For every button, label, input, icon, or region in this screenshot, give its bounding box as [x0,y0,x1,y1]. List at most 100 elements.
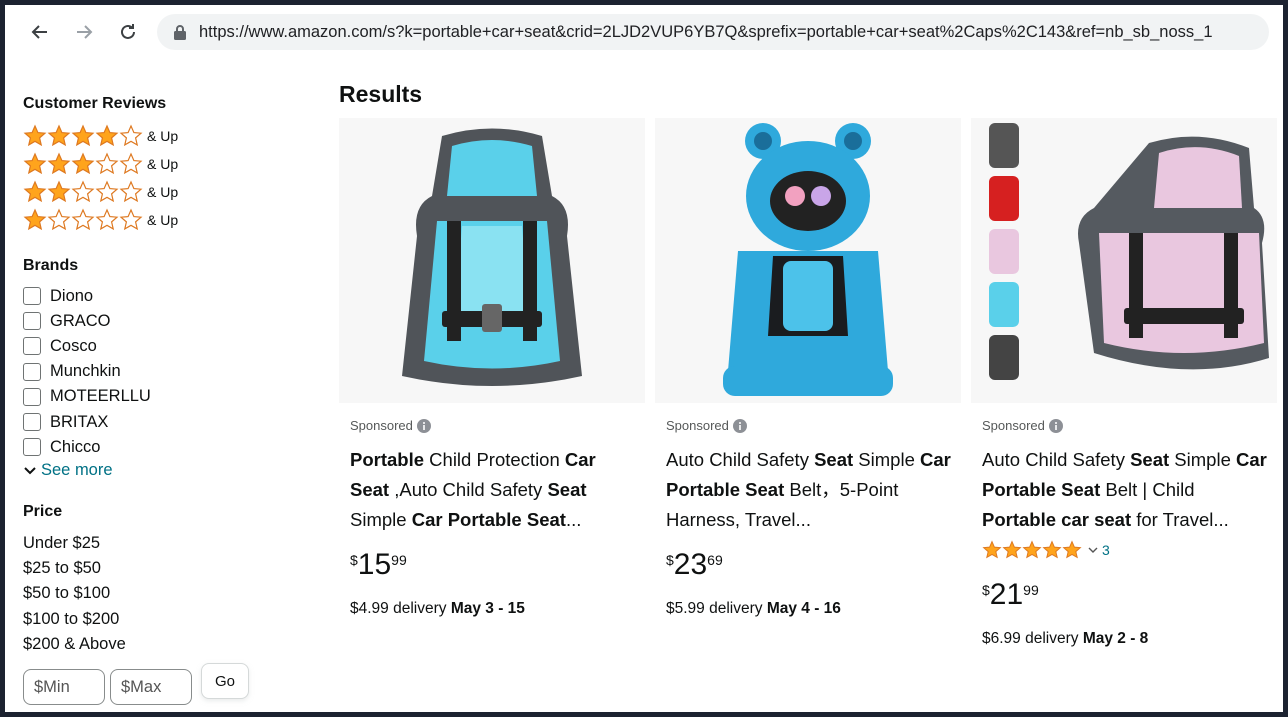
price-cents: 99 [1023,582,1039,598]
brand-checkbox[interactable] [23,312,41,331]
price-range-link[interactable]: Under $25 [23,531,100,555]
product-image[interactable] [655,118,961,403]
browser-window: https://www.amazon.com/s?k=portable+car+… [5,5,1283,712]
brand-checkbox[interactable] [23,413,41,431]
price-whole: 23 [673,548,708,581]
price-range-link[interactable]: $200 & Above [23,632,126,656]
star-filled-icon [23,152,47,175]
price-range-link[interactable]: $50 to $100 [23,581,110,605]
sponsored-text: Sponsored [666,418,729,433]
star-filled-icon [23,180,47,203]
brand-filter-britax[interactable]: BRITAX [23,410,108,434]
sponsored-text: Sponsored [350,418,413,433]
brand-label: BRITAX [50,412,109,431]
delivery-fee: $4.99 delivery [350,600,451,617]
product-title-link[interactable]: Auto Child Safety Seat Simple Car Portab… [666,445,951,535]
sponsored-label: Sponsored [666,418,747,433]
star-empty-icon [95,152,119,175]
brand-filter-moteerllu[interactable]: MOTEERLLU [23,385,151,409]
title-text: ,Auto Child Safety [389,479,548,500]
omnibox[interactable]: https://www.amazon.com/s?k=portable+car+… [157,14,1269,50]
star-filled-icon [71,124,95,147]
sponsored-text: Sponsored [982,418,1045,433]
product-card[interactable]: Sponsored Portable Child Protection Car … [339,118,645,712]
product-price[interactable]: $ 15 99 [350,548,407,582]
brand-filter-munchkin[interactable]: Munchkin [23,360,121,384]
price-whole: 21 [989,578,1024,611]
product-card[interactable]: Sponsored Auto Child Safety Seat Simple … [971,118,1277,712]
lock-icon [169,21,191,43]
star-filled-icon [23,124,47,147]
brand-filter-graco[interactable]: GRACO [23,309,111,333]
rating-stars [23,208,143,232]
reload-button[interactable] [113,17,143,47]
info-icon[interactable] [416,418,431,433]
star-empty-icon [95,180,119,203]
info-icon[interactable] [732,418,747,433]
price-cents: 99 [391,552,407,568]
title-text: Child Protection [424,449,565,470]
delivery-info: $4.99 delivery May 3 - 15 [350,600,525,618]
title-text: Auto Child Safety [666,449,815,470]
title-text: Simple [853,449,920,470]
price-go-button[interactable]: Go [201,663,249,699]
title-keyword: Seat [1130,449,1170,470]
star-filled-icon [23,208,47,231]
star-filled-icon [1062,540,1082,559]
chevron-down-icon [1088,547,1098,553]
star-filled-icon [47,152,71,175]
title-text: Simple [350,509,412,530]
rating-filter-3[interactable]: & Up [23,151,178,177]
product-price[interactable]: $ 23 69 [666,548,723,582]
star-filled-icon [47,124,71,147]
title-text: Auto Child Safety [982,449,1131,470]
brand-filter-cosco[interactable]: Cosco [23,334,97,358]
title-keyword: Seat [814,449,854,470]
brand-label: Cosco [50,336,97,355]
brand-checkbox[interactable] [23,362,41,381]
title-keyword: Portable [350,449,425,470]
rating-count-link[interactable]: 3 [1088,542,1110,558]
product-rating[interactable]: 3 [982,540,1110,560]
star-empty-icon [119,124,143,147]
rating-stars [23,152,143,176]
brand-checkbox[interactable] [23,387,41,406]
sponsored-label: Sponsored [350,418,431,433]
arrow-left-icon [31,25,47,39]
brand-label: MOTEERLLU [50,387,151,406]
forward-button[interactable] [69,17,99,47]
price-range-link[interactable]: $100 to $200 [23,607,119,631]
brand-checkbox[interactable] [23,287,41,305]
star-filled-icon [1042,540,1062,559]
see-more-link[interactable]: See more [23,461,113,480]
chevron-down-icon [24,466,36,474]
info-icon[interactable] [1048,418,1063,433]
rating-stars [23,124,143,148]
rating-filter-4[interactable]: & Up [23,123,178,149]
star-empty-icon [71,208,95,231]
brand-checkbox[interactable] [23,438,41,457]
see-more-label: See more [41,461,113,479]
brand-checkbox[interactable] [23,337,41,356]
rating-filter-1[interactable]: & Up [23,207,178,233]
sponsored-label: Sponsored [982,418,1063,433]
address-bar-row: https://www.amazon.com/s?k=portable+car+… [5,5,1283,59]
product-card[interactable]: Sponsored Auto Child Safety Seat Simple … [655,118,961,712]
max-price-input[interactable]: $Max [110,669,192,705]
min-price-input[interactable]: $Min [23,669,105,705]
and-up-label: & Up [147,184,179,200]
price-range-link[interactable]: $25 to $50 [23,556,101,580]
product-title-link[interactable]: Auto Child Safety Seat Simple Car Portab… [982,445,1267,535]
arrow-right-icon [77,25,93,39]
back-button[interactable] [25,17,55,47]
product-image[interactable] [339,118,645,403]
product-image[interactable] [971,118,1277,403]
product-title-link[interactable]: Portable Child Protection Car Seat ,Auto… [350,445,635,535]
brand-filter-diono[interactable]: Diono [23,284,93,308]
rating-filter-2[interactable]: & Up [23,179,178,205]
delivery-info: $5.99 delivery May 4 - 16 [666,600,841,618]
price-symbol: $ [982,582,990,598]
brand-filter-chicco[interactable]: Chicco [23,435,100,459]
product-price[interactable]: $ 21 99 [982,578,1039,612]
title-text: for Travel... [1131,509,1229,530]
